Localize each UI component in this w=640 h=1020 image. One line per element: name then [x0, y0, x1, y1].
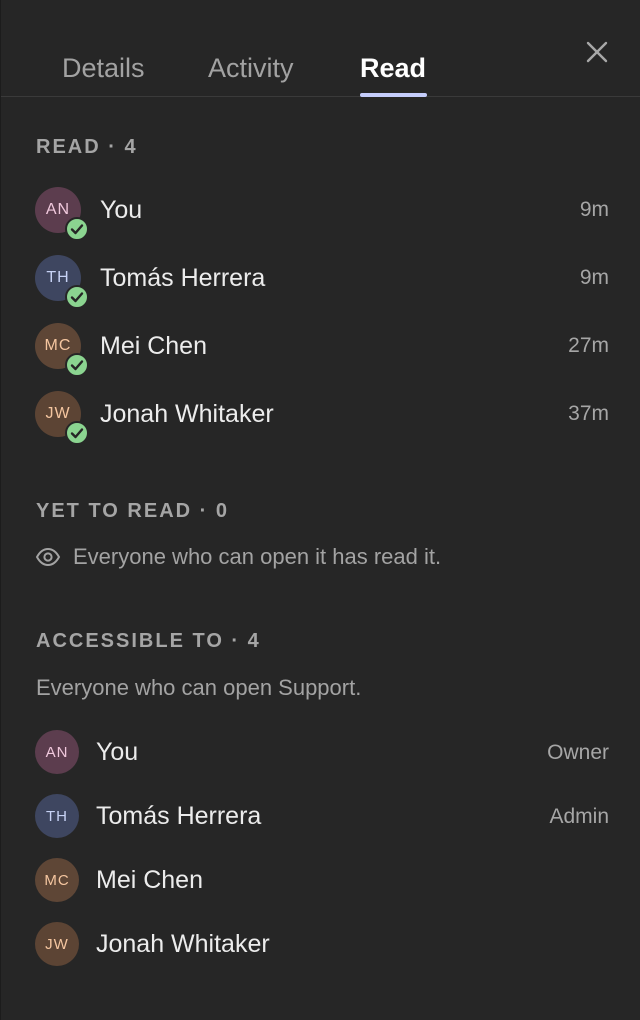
person-name: Mei Chen	[100, 332, 207, 360]
tab-read[interactable]: Read	[360, 50, 426, 86]
role-label: Owner	[547, 741, 609, 764]
tab-bar: Details Activity Read	[1, 0, 640, 97]
tab-details[interactable]: Details	[62, 50, 145, 86]
read-check-icon	[65, 217, 89, 241]
yet-to-read-message: Everyone who can open it has read it.	[73, 544, 442, 569]
avatar: JW	[35, 922, 79, 966]
accessible-heading: ACCESSIBLE TO · 4	[36, 630, 261, 652]
read-row[interactable]: TH Tomás Herrera 9m	[35, 255, 609, 309]
read-time: 27m	[568, 334, 609, 357]
close-icon[interactable]	[583, 38, 611, 66]
accessible-description: Everyone who can open Support.	[36, 675, 362, 700]
person-name: Jonah Whitaker	[96, 930, 270, 958]
access-row[interactable]: TH Tomás Herrera Admin	[35, 794, 609, 844]
read-row[interactable]: AN You 9m	[35, 187, 609, 241]
person-name: You	[96, 738, 139, 766]
avatar: AN	[35, 730, 79, 774]
access-row[interactable]: MC Mei Chen	[35, 858, 609, 908]
person-name: Tomás Herrera	[96, 802, 262, 830]
person-name: Mei Chen	[96, 866, 203, 894]
role-label: Admin	[549, 805, 609, 828]
read-section-heading: READ · 4	[36, 136, 138, 158]
read-check-icon	[65, 285, 89, 309]
read-check-icon	[65, 421, 89, 445]
person-name: Jonah Whitaker	[100, 400, 274, 428]
read-row[interactable]: JW Jonah Whitaker 37m	[35, 391, 609, 445]
eye-icon	[35, 544, 61, 570]
read-time: 37m	[568, 402, 609, 425]
read-time: 9m	[579, 266, 609, 289]
tab-activity[interactable]: Activity	[208, 50, 294, 86]
read-receipts-panel: Details Activity Read READ · 4 AN You 9m…	[0, 0, 640, 1020]
person-name: You	[100, 196, 143, 224]
active-tab-indicator	[360, 93, 427, 97]
read-time: 9m	[579, 198, 609, 221]
yet-to-read-heading: YET TO READ · 0	[36, 500, 229, 522]
avatar: TH	[35, 794, 79, 838]
access-row[interactable]: JW Jonah Whitaker	[35, 922, 609, 972]
person-name: Tomás Herrera	[100, 264, 266, 292]
read-row[interactable]: MC Mei Chen 27m	[35, 323, 609, 377]
avatar: MC	[35, 858, 79, 902]
access-row[interactable]: AN You Owner	[35, 730, 609, 780]
read-check-icon	[65, 353, 89, 377]
